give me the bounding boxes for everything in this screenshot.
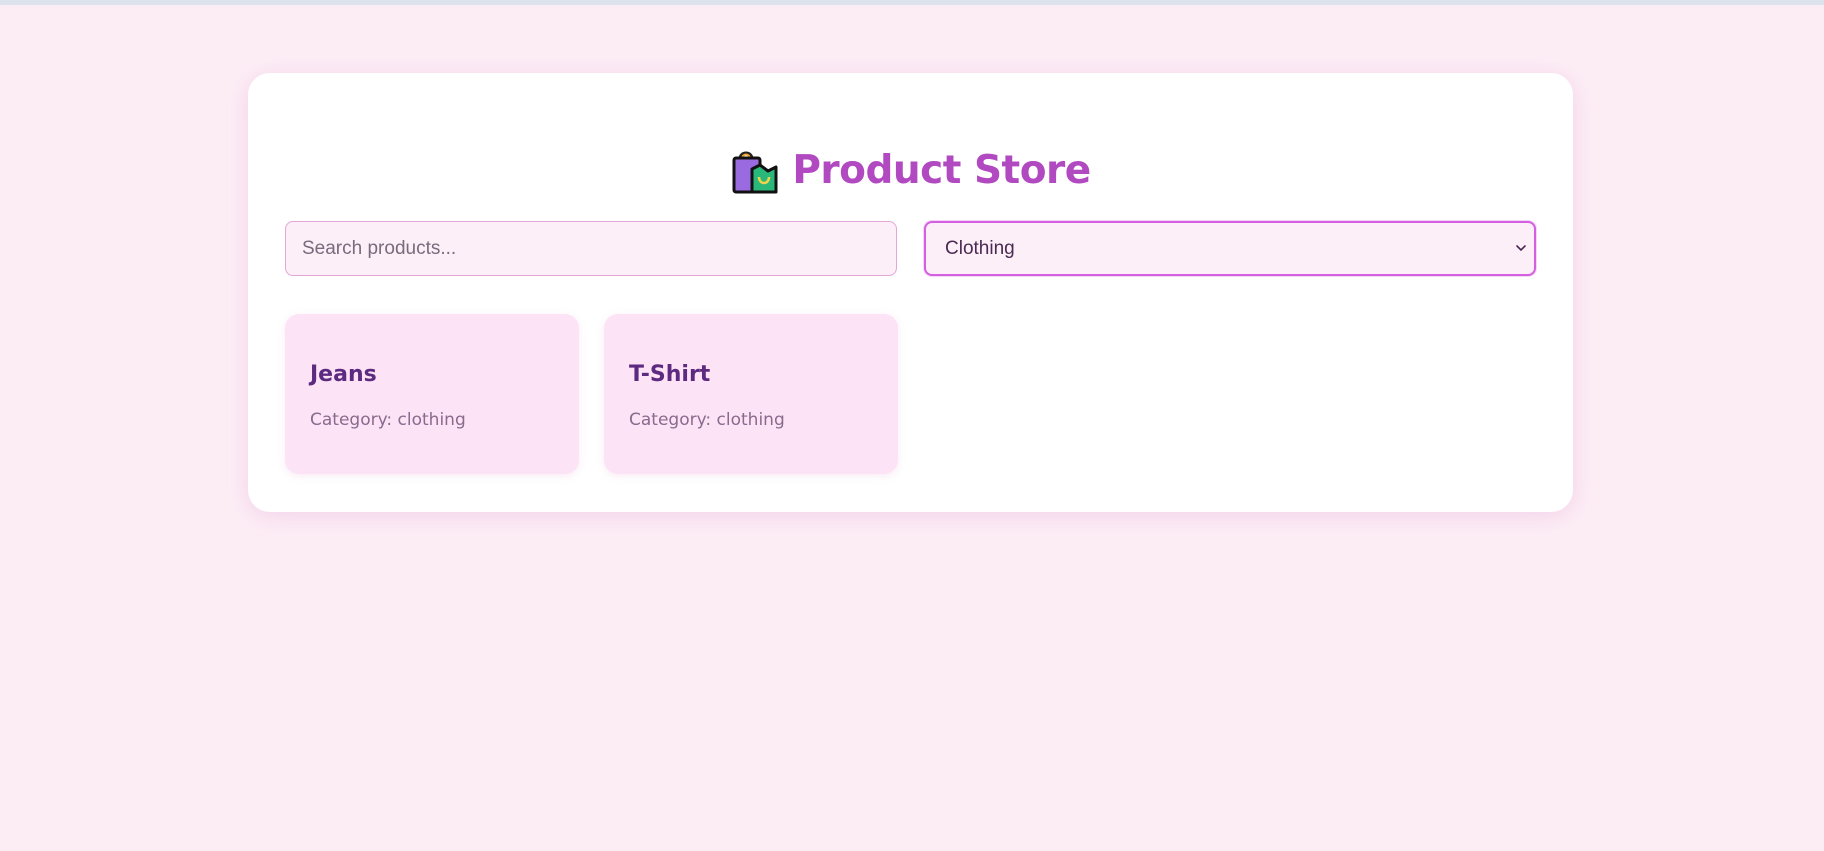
product-name: T-Shirt [629,362,711,387]
shopping-bags-icon [730,147,778,195]
product-category: Category: clothing [629,410,785,430]
search-input[interactable] [285,221,897,276]
category-select-value: Clothing [945,238,1015,259]
filter-controls: Clothing [285,221,1536,276]
product-card[interactable]: T-Shirt Category: clothing [604,314,898,474]
page-title: Product Store [792,147,1091,193]
category-select[interactable]: Clothing [924,221,1536,276]
store-header: Product Store [248,141,1573,199]
product-name: Jeans [310,362,377,387]
product-card[interactable]: Jeans Category: clothing [285,314,579,474]
store-card: Product Store Clothing Jeans Category: c… [248,73,1573,512]
product-category: Category: clothing [310,410,466,430]
product-grid: Jeans Category: clothing T-Shirt Categor… [285,314,1536,474]
page: Product Store Clothing Jeans Category: c… [0,5,1824,851]
chevron-down-icon [1514,241,1528,255]
